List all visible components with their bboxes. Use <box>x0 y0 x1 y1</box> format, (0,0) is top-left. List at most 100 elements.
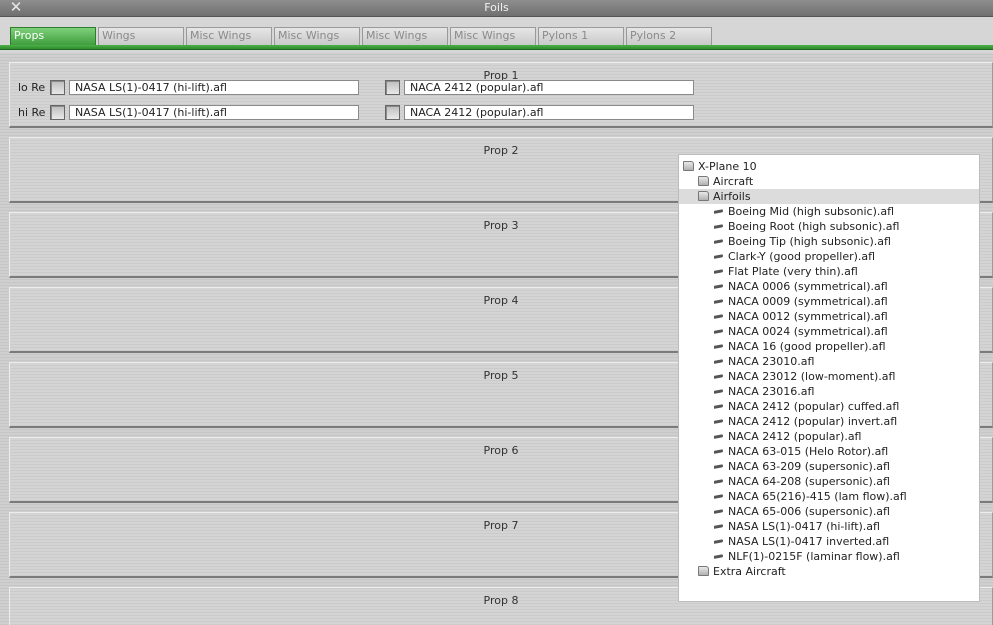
tree-item-airfoil-file[interactable]: NASA LS(1)-0417 inverted.afl <box>679 534 979 549</box>
tree-item-airfoil-file[interactable]: Clark-Y (good propeller).afl <box>679 249 979 264</box>
hi-re-label: hi Re <box>18 106 46 119</box>
tree-item-airfoil-file[interactable]: Boeing Root (high subsonic).afl <box>679 219 979 234</box>
airfoil-file-icon <box>714 359 723 364</box>
tree-item-airfoil-file[interactable]: NLF(1)-0215F (laminar flow).afl <box>679 549 979 564</box>
tree-item-label: NACA 2412 (popular) invert.afl <box>728 415 898 428</box>
folder-icon <box>698 566 709 576</box>
airfoil-file-icon <box>714 554 723 559</box>
tree-item-label: Boeing Root (high subsonic).afl <box>728 220 900 233</box>
tree-item-label: NACA 65-006 (supersonic).afl <box>728 505 890 518</box>
tree-item-label: NACA 0009 (symmetrical).afl <box>728 295 888 308</box>
tab-underline <box>0 45 993 50</box>
tree-item-airfoil-file[interactable]: NACA 23010.afl <box>679 354 979 369</box>
tree-item-label: NASA LS(1)-0417 inverted.afl <box>728 535 890 548</box>
tree-item-label: NACA 23016.afl <box>728 385 815 398</box>
airfoil-file-icon <box>714 494 723 499</box>
tab-misc-wings-3[interactable]: Misc Wings <box>362 27 448 45</box>
tree-item-airfoil-file[interactable]: NACA 2412 (popular) cuffed.afl <box>679 399 979 414</box>
tree-item-airfoil-file[interactable]: NACA 16 (good propeller).afl <box>679 339 979 354</box>
tree-item-airfoil-file[interactable]: Boeing Tip (high subsonic).afl <box>679 234 979 249</box>
airfoil-file-browser[interactable]: X-Plane 10 Aircraft Airfoils Boeing Mid … <box>678 154 980 602</box>
lo-re-right-airfoil-field[interactable]: NACA 2412 (popular).afl <box>404 80 694 95</box>
tree-item-label: Boeing Tip (high subsonic).afl <box>728 235 891 248</box>
tree-item-airfoil-file[interactable]: NACA 63-015 (Helo Rotor).afl <box>679 444 979 459</box>
hi-re-right-airfoil-field[interactable]: NACA 2412 (popular).afl <box>404 105 694 120</box>
tab-misc-wings-2[interactable]: Misc Wings <box>274 27 360 45</box>
tree-item-label: NACA 63-015 (Helo Rotor).afl <box>728 445 889 458</box>
window-title: Foils <box>484 1 509 14</box>
lo-re-label: lo Re <box>18 81 46 94</box>
tab-misc-wings-1[interactable]: Misc Wings <box>186 27 272 45</box>
tree-item-label: NACA 0024 (symmetrical).afl <box>728 325 888 338</box>
tree-item-label: Extra Aircraft <box>713 565 786 578</box>
tree-item-airfoil-file[interactable]: Flat Plate (very thin).afl <box>679 264 979 279</box>
airfoil-file-icon <box>714 344 723 349</box>
tree-item-airfoil-file[interactable]: NACA 23012 (low-moment).afl <box>679 369 979 384</box>
tree-item-label: Clark-Y (good propeller).afl <box>728 250 876 263</box>
tree-item-label: Aircraft <box>713 175 754 188</box>
airfoil-file-icon <box>714 479 723 484</box>
tree-item-airfoil-file[interactable]: NACA 65(216)-415 (lam flow).afl <box>679 489 979 504</box>
tree-item-airfoils[interactable]: Airfoils <box>679 189 979 204</box>
airfoil-file-icon <box>714 539 723 544</box>
title-bar: ✕ Foils <box>0 0 993 17</box>
airfoil-file-icon <box>714 389 723 394</box>
airfoil-file-icon <box>714 299 723 304</box>
tree-item-label: NACA 63-209 (supersonic).afl <box>728 460 890 473</box>
close-icon[interactable]: ✕ <box>8 0 24 16</box>
tree-item-airfoil-file[interactable]: NACA 65-006 (supersonic).afl <box>679 504 979 519</box>
tree-item-airfoil-file[interactable]: NACA 23016.afl <box>679 384 979 399</box>
tree-item-airfoil-file[interactable]: NACA 0006 (symmetrical).afl <box>679 279 979 294</box>
tab-pylons-1[interactable]: Pylons 1 <box>538 27 624 45</box>
lo-re-left-checkbox[interactable] <box>50 80 65 95</box>
tree-item-label: NACA 0012 (symmetrical).afl <box>728 310 888 323</box>
airfoil-file-icon <box>714 314 723 319</box>
lo-re-right-checkbox[interactable] <box>385 80 400 95</box>
hi-re-left-checkbox[interactable] <box>50 105 65 120</box>
airfoil-file-icon <box>714 329 723 334</box>
tab-props[interactable]: Props <box>10 27 96 46</box>
airfoil-file-icon <box>714 449 723 454</box>
hi-re-left-airfoil-field[interactable]: NASA LS(1)-0417 (hi-lift).afl <box>69 105 359 120</box>
tree-item-airfoil-file[interactable]: NACA 63-209 (supersonic).afl <box>679 459 979 474</box>
folder-open-icon <box>698 191 709 201</box>
tree-item-airfoil-file[interactable]: Boeing Mid (high subsonic).afl <box>679 204 979 219</box>
airfoil-file-icon <box>714 464 723 469</box>
tree-item-airfoil-file[interactable]: NACA 0009 (symmetrical).afl <box>679 294 979 309</box>
airfoil-file-icon <box>714 209 723 214</box>
tree-item-label: NACA 23012 (low-moment).afl <box>728 370 896 383</box>
airfoil-file-icon <box>714 269 723 274</box>
tree-item-label: Flat Plate (very thin).afl <box>728 265 858 278</box>
tree-item-airfoil-file[interactable]: NACA 2412 (popular) invert.afl <box>679 414 979 429</box>
folder-icon <box>683 161 694 171</box>
tree-item-root[interactable]: X-Plane 10 <box>679 159 979 174</box>
tree-item-label: Airfoils <box>713 190 751 203</box>
airfoil-file-icon <box>714 524 723 529</box>
tree-item-label: NACA 65(216)-415 (lam flow).afl <box>728 490 907 503</box>
tree-item-label: Boeing Mid (high subsonic).afl <box>728 205 895 218</box>
tree-item-label: NACA 23010.afl <box>728 355 815 368</box>
tab-pylons-2[interactable]: Pylons 2 <box>626 27 712 45</box>
hi-re-right-checkbox[interactable] <box>385 105 400 120</box>
tree-item-label: NACA 2412 (popular).afl <box>728 430 862 443</box>
tab-wings[interactable]: Wings <box>98 27 184 45</box>
tree-item-airfoil-file[interactable]: NACA 0012 (symmetrical).afl <box>679 309 979 324</box>
tab-misc-wings-4[interactable]: Misc Wings <box>450 27 536 45</box>
tree-item-label: NACA 64-208 (supersonic).afl <box>728 475 890 488</box>
tree-item-airfoil-file[interactable]: NASA LS(1)-0417 (hi-lift).afl <box>679 519 979 534</box>
prop-1-panel: Prop 1 lo Re NASA LS(1)-0417 (hi-lift).a… <box>9 62 993 128</box>
airfoil-file-icon <box>714 404 723 409</box>
tree-item-label: NACA 2412 (popular) cuffed.afl <box>728 400 900 413</box>
folder-icon <box>698 176 709 186</box>
tree-item-aircraft[interactable]: Aircraft <box>679 174 979 189</box>
tree-item-airfoil-file[interactable]: NACA 0024 (symmetrical).afl <box>679 324 979 339</box>
tree-item-extra-aircraft[interactable]: Extra Aircraft <box>679 564 979 579</box>
tree-item-airfoil-file[interactable]: NACA 2412 (popular).afl <box>679 429 979 444</box>
airfoil-file-icon <box>714 509 723 514</box>
tree-item-airfoil-file[interactable]: NACA 64-208 (supersonic).afl <box>679 474 979 489</box>
tree-item-label: NLF(1)-0215F (laminar flow).afl <box>728 550 900 563</box>
tree-item-label: NASA LS(1)-0417 (hi-lift).afl <box>728 520 880 533</box>
lo-re-left-airfoil-field[interactable]: NASA LS(1)-0417 (hi-lift).afl <box>69 80 359 95</box>
airfoil-file-icon <box>714 419 723 424</box>
airfoil-file-icon <box>714 224 723 229</box>
